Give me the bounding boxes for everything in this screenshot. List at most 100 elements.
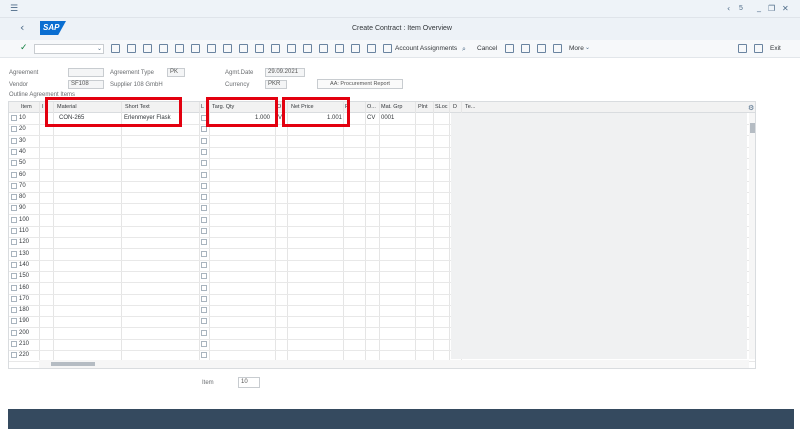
row-l-checkbox[interactable] [201,329,207,336]
row-l-checkbox[interactable] [201,318,207,325]
print-icon[interactable] [738,44,747,53]
row-l-checkbox[interactable] [201,295,207,302]
row-select-checkbox[interactable] [11,329,17,336]
row-select-checkbox[interactable] [11,261,17,268]
row-o-value[interactable]: CV [367,115,375,121]
col-plnt[interactable]: Plnt [418,104,427,110]
col-mat-grp[interactable]: Mat. Grp [381,104,402,110]
delete-icon[interactable] [191,44,200,53]
row-select-checkbox[interactable] [11,126,17,133]
row-l-checkbox[interactable] [201,284,207,291]
row-select-checkbox[interactable] [11,182,17,189]
deselect-icon[interactable] [239,44,248,53]
row-l-checkbox[interactable] [201,341,207,347]
row-select-checkbox[interactable] [11,137,17,144]
row-item-number[interactable]: 130 [19,251,29,257]
agmt-date-field[interactable]: 29.09.2021 [265,68,305,77]
item-field[interactable]: 10 [238,377,260,388]
copy-icon[interactable] [175,44,184,53]
row-select-checkbox[interactable] [11,250,17,257]
currency-field[interactable]: PKR [265,80,287,89]
exit-icon[interactable] [754,44,763,53]
header-icon[interactable] [143,44,152,53]
details-icon[interactable] [159,44,168,53]
col-sloc[interactable]: SLoc [435,104,448,110]
col-i[interactable]: I [42,104,44,110]
row-select-checkbox[interactable] [11,295,17,302]
row-item-number[interactable]: 30 [19,138,26,144]
row-item-number[interactable]: 170 [19,296,29,302]
vertical-scrollbar[interactable] [749,113,755,359]
row-select-checkbox[interactable] [11,239,17,246]
row-item-number[interactable]: 110 [19,228,29,234]
row-item-number[interactable]: 90 [19,205,26,211]
dropdown-icon[interactable]: ⌄ [97,44,102,54]
row-select-checkbox[interactable] [11,160,17,167]
more-chevron-icon[interactable]: ⌄ [585,43,590,53]
account-assignment-icon[interactable] [383,44,392,53]
cancel-icon[interactable]: ⌕ [462,44,466,54]
back-icon[interactable]: ‹ [20,22,24,33]
row-select-checkbox[interactable] [11,205,17,212]
minimize-icon[interactable]: _ [757,3,761,13]
select-all-icon[interactable] [223,44,232,53]
row-l-checkbox[interactable] [201,194,207,201]
row-l-checkbox[interactable] [201,250,207,257]
vendor-field[interactable]: SF108 [68,80,104,89]
row-item-number[interactable]: 50 [19,160,26,166]
agreement-type-field[interactable]: PK [167,68,185,77]
chevron-left-icon[interactable]: ‹ [727,4,730,14]
row-select-checkbox[interactable] [11,115,17,121]
row-l-checkbox[interactable] [201,160,207,167]
flag-icon[interactable] [255,44,264,53]
check-icon[interactable]: ✓ [20,43,28,53]
table-icon[interactable] [351,44,360,53]
conditions-icon[interactable] [271,44,280,53]
row-select-checkbox[interactable] [11,284,17,291]
row-item-number[interactable]: 10 [19,115,26,121]
procurement-report-button[interactable]: AA: Procurement Report [317,79,403,89]
row-item-number[interactable]: 140 [19,262,29,268]
next-page-icon[interactable] [537,44,546,53]
row-l-checkbox[interactable] [201,205,207,212]
row-l-checkbox[interactable] [201,352,207,359]
row-select-checkbox[interactable] [11,194,17,201]
prev-page-icon[interactable] [521,44,530,53]
more-menu[interactable]: More [569,45,584,52]
row-item-number[interactable]: 70 [19,183,26,189]
row-item-number[interactable]: 80 [19,194,26,200]
row-item-number[interactable]: 60 [19,172,26,178]
row-item-number[interactable]: 200 [19,330,29,336]
close-icon[interactable]: ✕ [782,4,789,14]
chart-icon[interactable] [367,44,376,53]
row-l-checkbox[interactable] [201,171,207,178]
row-select-checkbox[interactable] [11,318,17,325]
last-page-icon[interactable] [553,44,562,53]
first-page-icon[interactable] [505,44,514,53]
col-te[interactable]: Te... [465,104,475,110]
account-assignments-button[interactable]: Account Assignments [395,45,457,52]
col-d[interactable]: D [453,104,457,110]
row-item-number[interactable]: 210 [19,341,29,347]
paste-icon[interactable] [207,44,216,53]
row-item-number[interactable]: 40 [19,149,26,155]
item-overview-icon[interactable] [127,44,136,53]
col-o2[interactable]: O... [367,104,376,110]
row-select-checkbox[interactable] [11,228,17,234]
row-l-checkbox[interactable] [201,228,207,234]
row-item-number[interactable]: 190 [19,318,29,324]
row-select-checkbox[interactable] [11,341,17,347]
row-item-number[interactable]: 120 [19,239,29,245]
row-l-checkbox[interactable] [201,273,207,280]
row-item-number[interactable]: 100 [19,217,29,223]
row-select-checkbox[interactable] [11,216,17,223]
vertical-scroll-thumb[interactable] [750,123,755,133]
row-item-number[interactable]: 20 [19,126,26,132]
menu-icon[interactable]: ☰ [10,4,18,14]
settings-icon[interactable] [335,44,344,53]
command-field[interactable] [34,44,104,54]
row-item-number[interactable]: 220 [19,352,29,358]
row-l-checkbox[interactable] [201,148,207,155]
row-item-number[interactable]: 180 [19,307,29,313]
row-l-checkbox[interactable] [201,182,207,189]
